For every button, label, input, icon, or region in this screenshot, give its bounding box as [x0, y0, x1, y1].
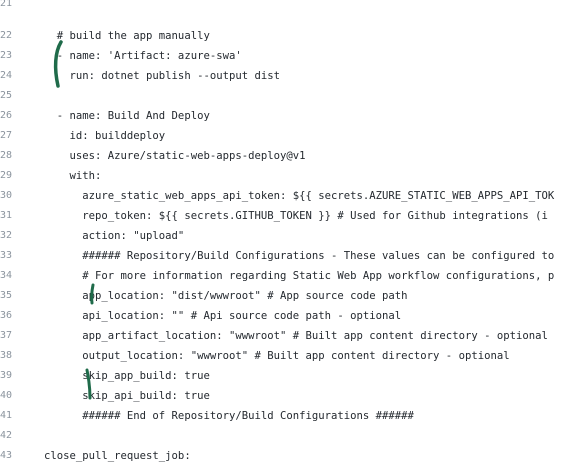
code-text: skip_app_build: true — [44, 370, 210, 382]
line-number: 21 — [0, 0, 13, 9]
line-number: 36 — [0, 310, 13, 321]
code-line: 39 skip_app_build: true — [0, 366, 580, 386]
code-line: 30 azure_static_web_apps_api_token: ${{ … — [0, 186, 580, 206]
code-text: run: dotnet publish --output dist — [44, 70, 281, 82]
code-line: 42 — [0, 426, 580, 446]
code-line: 40 skip_api_build: true — [0, 386, 580, 406]
code-editor[interactable]: 21 22 # build the app manually 23 - name… — [0, 0, 580, 462]
line-number: 40 — [0, 390, 13, 401]
code-text: skip_api_build: true — [44, 390, 210, 402]
line-number: 24 — [0, 70, 13, 81]
line-number: 31 — [0, 210, 13, 221]
code-text: # build the app manually — [44, 30, 210, 42]
code-text: - name: Build And Deploy — [44, 110, 210, 122]
code-line: 21 — [0, 0, 580, 14]
code-text: ###### Repository/Build Configurations -… — [44, 250, 555, 262]
line-number: 37 — [0, 330, 13, 341]
code-line: 36 api_location: "" # Api source code pa… — [0, 306, 580, 326]
line-number: 30 — [0, 190, 13, 201]
line-number: 32 — [0, 230, 13, 241]
code-line: 25 — [0, 86, 580, 106]
line-number: 25 — [0, 90, 13, 101]
code-text: api_location: "" # Api source code path … — [44, 310, 402, 322]
line-number: 33 — [0, 250, 13, 261]
code-line: 43 close_pull_request_job: — [0, 446, 580, 466]
line-number: 26 — [0, 110, 13, 121]
line-number: 42 — [0, 430, 13, 441]
code-line: 37 app_artifact_location: "wwwroot" # Bu… — [0, 326, 580, 346]
line-number: 38 — [0, 350, 13, 361]
code-line: 35 app_location: "dist/wwwroot" # App so… — [0, 286, 580, 306]
code-text: output_location: "wwwroot" # Built app c… — [44, 350, 510, 362]
code-line: 34 # For more information regarding Stat… — [0, 266, 580, 286]
line-number: 39 — [0, 370, 13, 381]
line-number: 34 — [0, 270, 13, 281]
code-text: ###### End of Repository/Build Configura… — [44, 410, 414, 422]
code-text: uses: Azure/static-web-apps-deploy@v1 — [44, 150, 306, 162]
line-number: 23 — [0, 50, 13, 61]
code-line: 29 with: — [0, 166, 580, 186]
code-text: close_pull_request_job: — [44, 450, 191, 462]
code-text: app_artifact_location: "wwwroot" # Built… — [44, 330, 548, 342]
line-number: 43 — [0, 450, 13, 461]
code-text: repo_token: ${{ secrets.GITHUB_TOKEN }} … — [44, 210, 548, 222]
code-line: 31 repo_token: ${{ secrets.GITHUB_TOKEN … — [0, 206, 580, 226]
code-line: 22 # build the app manually — [0, 26, 580, 46]
code-line: 33 ###### Repository/Build Configuration… — [0, 246, 580, 266]
code-line: 32 action: "upload" — [0, 226, 580, 246]
line-number: 41 — [0, 410, 13, 421]
line-number: 29 — [0, 170, 13, 181]
line-number: 35 — [0, 290, 13, 301]
code-text: app_location: "dist/wwwroot" # App sourc… — [44, 290, 408, 302]
code-line: 27 id: builddeploy — [0, 126, 580, 146]
line-number: 22 — [0, 30, 13, 41]
code-text: id: builddeploy — [44, 130, 166, 142]
code-text: with: — [44, 170, 102, 182]
code-line: 24 run: dotnet publish --output dist — [0, 66, 580, 86]
code-text: # For more information regarding Static … — [44, 270, 555, 282]
code-line: 23 - name: 'Artifact: azure-swa' — [0, 46, 580, 66]
code-line: 26 - name: Build And Deploy — [0, 106, 580, 126]
line-number: 28 — [0, 150, 13, 161]
code-line: 28 uses: Azure/static-web-apps-deploy@v1 — [0, 146, 580, 166]
code-line: 41 ###### End of Repository/Build Config… — [0, 406, 580, 426]
line-number: 27 — [0, 130, 13, 141]
code-text: - name: 'Artifact: azure-swa' — [44, 50, 242, 62]
code-line: 38 output_location: "wwwroot" # Built ap… — [0, 346, 580, 366]
code-text: action: "upload" — [44, 230, 185, 242]
code-text: azure_static_web_apps_api_token: ${{ sec… — [44, 190, 555, 202]
